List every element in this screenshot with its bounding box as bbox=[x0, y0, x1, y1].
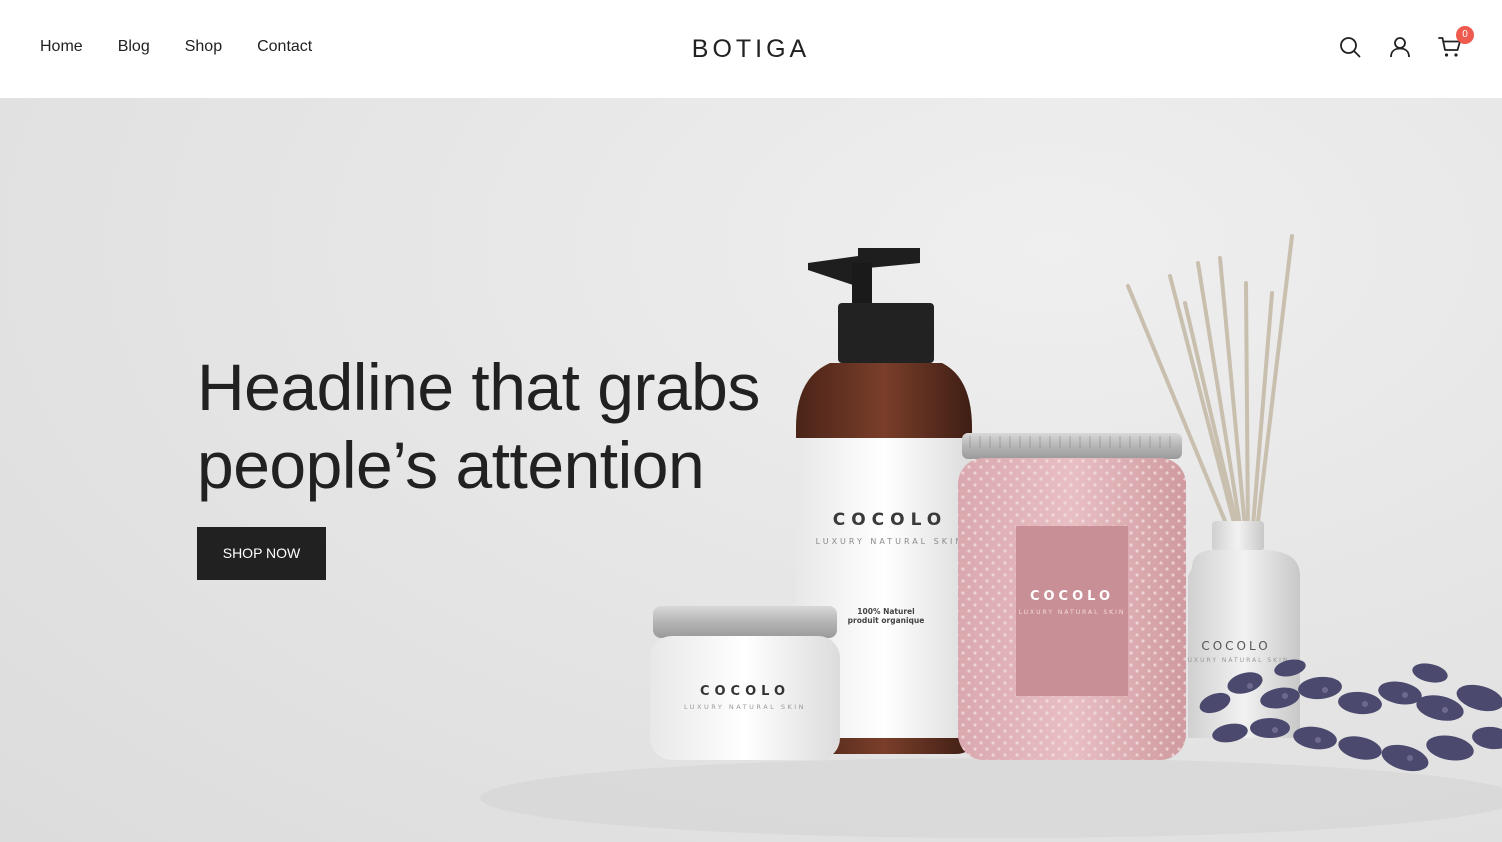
bottle-brand-text: COCOLO bbox=[833, 510, 948, 530]
shop-now-button[interactable]: SHOP NOW bbox=[197, 527, 326, 580]
account-button[interactable] bbox=[1388, 34, 1412, 60]
hero-content: Headline that grabs people’s attention S… bbox=[197, 348, 837, 580]
cart-button[interactable]: 0 bbox=[1438, 26, 1474, 60]
bottle-note-2: produit organique bbox=[848, 616, 925, 625]
site-logo[interactable]: BOTIGA bbox=[0, 34, 1502, 64]
hero-banner: COCOLO LUXURY NATURAL SKIN COCOLO LUXURY… bbox=[0, 98, 1502, 842]
small-jar-brand-text: COCOLO bbox=[700, 684, 790, 699]
small-jar-tagline-text: LUXURY NATURAL SKIN bbox=[684, 703, 806, 711]
search-button[interactable] bbox=[1338, 34, 1362, 60]
jar-brand-text: COCOLO bbox=[1030, 589, 1114, 604]
site-header: Home Blog Shop Contact BOTIGA 0 bbox=[0, 0, 1502, 98]
diffuser-tagline-text: LUXURY NATURAL SKIN bbox=[1183, 657, 1290, 664]
user-icon bbox=[1390, 37, 1410, 58]
bottle-note-1: 100% Naturel bbox=[857, 607, 914, 616]
diffuser-brand-text: COCOLO bbox=[1201, 639, 1270, 653]
hero-headline: Headline that grabs people’s attention bbox=[197, 350, 760, 502]
cart-count-badge: 0 bbox=[1456, 26, 1474, 44]
header-actions: 0 bbox=[1338, 26, 1474, 60]
jar-tagline-text: LUXURY NATURAL SKIN bbox=[1019, 609, 1126, 616]
bottle-tagline-text: LUXURY NATURAL SKIN bbox=[816, 537, 965, 546]
search-icon bbox=[1340, 37, 1361, 58]
